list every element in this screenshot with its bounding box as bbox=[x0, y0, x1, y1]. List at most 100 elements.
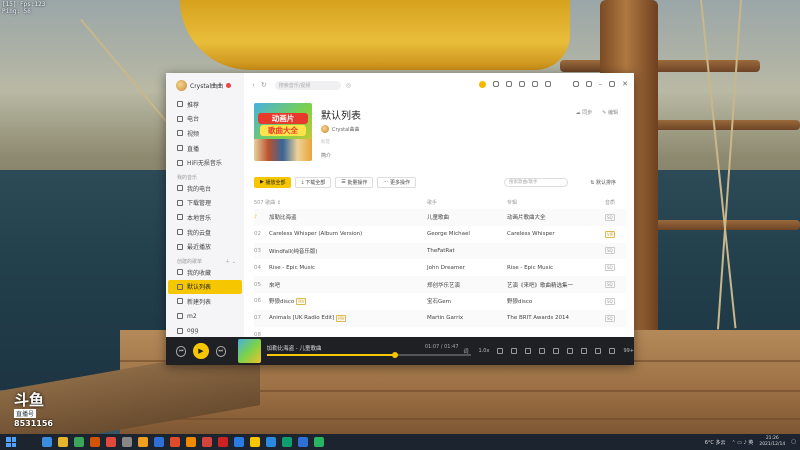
song-artist[interactable]: John Dreamer bbox=[427, 265, 507, 271]
song-title-cell[interactable]: Animals [UK Radio Edit] MV bbox=[269, 314, 427, 322]
sidebar-item[interactable]: 我的电台 bbox=[166, 181, 244, 196]
taskbar-app-icon[interactable] bbox=[298, 437, 308, 447]
song-title[interactable]: 加勒比海盗 bbox=[269, 213, 297, 221]
song-artist[interactable]: George Michael bbox=[427, 231, 507, 237]
taskbar-app-icon[interactable] bbox=[218, 437, 228, 447]
sidebar-item[interactable]: 新建列表 bbox=[166, 294, 244, 309]
headphone-icon[interactable] bbox=[492, 81, 499, 87]
song-artist[interactable]: TheFatRat bbox=[427, 248, 507, 254]
taskbar-app-icon[interactable] bbox=[138, 437, 148, 447]
sidebar-item[interactable]: 我的云盘 bbox=[166, 225, 244, 240]
taskbar-app-icon[interactable] bbox=[74, 437, 84, 447]
now-playing-title[interactable]: 加勒比海盗 - 儿童歌曲 bbox=[267, 344, 322, 352]
song-album[interactable]: Careless Whisper bbox=[507, 231, 605, 237]
progress-bar[interactable] bbox=[266, 352, 471, 358]
song-artist[interactable]: 郑创华乐艺演 bbox=[427, 281, 507, 289]
search-input[interactable]: 搜索音乐/视频 bbox=[274, 80, 341, 90]
mv-icon[interactable] bbox=[497, 348, 504, 354]
sidebar-item[interactable]: 推荐 bbox=[166, 97, 244, 112]
taskbar-app-icon[interactable] bbox=[106, 437, 116, 447]
taskbar-app-icon[interactable] bbox=[90, 437, 100, 447]
mv-badge[interactable]: MV bbox=[296, 297, 307, 305]
table-row[interactable]: 05 來吧 郑创华乐艺演 艺演《来吧》歌曲精选集一 SQ bbox=[254, 276, 626, 293]
playlist-description[interactable]: 简介 bbox=[321, 152, 331, 159]
playlist-tag[interactable]: 标签 bbox=[321, 139, 330, 145]
sync-button[interactable]: ☁ 同步 bbox=[576, 109, 593, 116]
sidebar-item[interactable]: 我的收藏 bbox=[166, 265, 244, 280]
refresh-icon[interactable]: ↻ bbox=[261, 81, 267, 89]
taskbar-app-icon[interactable] bbox=[266, 437, 276, 447]
comment-icon[interactable] bbox=[567, 348, 574, 354]
queue-count[interactable]: 99+ bbox=[623, 348, 634, 354]
table-row[interactable]: 07 Animals [UK Radio Edit] MV Martin Garrix… bbox=[254, 309, 626, 327]
sound-effect-icon[interactable] bbox=[525, 348, 532, 354]
taskbar-app-icon[interactable] bbox=[234, 437, 244, 447]
song-album[interactable]: 艺演《来吧》歌曲精选集一 bbox=[507, 281, 605, 289]
header-artist[interactable]: 歌手 bbox=[427, 199, 507, 206]
song-album[interactable]: The BRIT Awards 2014 bbox=[507, 315, 605, 321]
taskbar-app-icon[interactable] bbox=[170, 437, 180, 447]
sidebar-item[interactable]: m2 bbox=[166, 309, 244, 324]
equalizer-icon[interactable] bbox=[539, 348, 546, 354]
menu-icon[interactable] bbox=[585, 81, 592, 87]
edit-button[interactable]: ✎ 编辑 bbox=[602, 109, 618, 116]
song-title[interactable]: 來吧 bbox=[269, 281, 280, 289]
sidebar-item[interactable]: ogg bbox=[166, 323, 244, 338]
sidebar-item[interactable]: HiFi无损音乐 bbox=[166, 155, 244, 170]
song-title[interactable]: Careless Whisper (Album Version) bbox=[269, 231, 362, 237]
add-playlist-icon[interactable]: ＋ ⌄ bbox=[225, 258, 236, 265]
batch-button[interactable]: ☰ 批量操作 bbox=[335, 176, 374, 188]
table-row[interactable]: 02 Careless Whisper (Album Version) George… bbox=[254, 226, 626, 243]
song-title-cell[interactable]: Windfall(纯音乐版) bbox=[269, 247, 427, 255]
avatar[interactable] bbox=[176, 80, 187, 91]
header-title[interactable]: 507 歌曲 ↕ bbox=[254, 199, 427, 206]
close-icon[interactable]: ✕ bbox=[622, 80, 628, 88]
taskbar-app-icon[interactable] bbox=[42, 437, 52, 447]
share-icon[interactable] bbox=[581, 348, 588, 354]
taskbar-app-icon[interactable] bbox=[154, 437, 164, 447]
message-icon[interactable] bbox=[518, 81, 525, 87]
play-all-button[interactable]: ▶ 播放全部 bbox=[254, 176, 292, 188]
song-title-cell[interactable]: Careless Whisper (Album Version) bbox=[269, 231, 427, 237]
clock[interactable]: 21:26 2021/12/14 bbox=[759, 436, 785, 448]
table-row[interactable]: 06 野狼disco MV 宝石Gem 野狼disco SQ bbox=[254, 293, 626, 310]
playlist-owner[interactable]: Crystal曲曲 bbox=[321, 125, 360, 133]
play-mode-icon[interactable] bbox=[595, 348, 602, 354]
song-artist[interactable]: Martin Garrix bbox=[427, 315, 507, 321]
maximize-icon[interactable] bbox=[609, 81, 616, 87]
shirt-icon[interactable] bbox=[505, 81, 512, 87]
song-title[interactable]: Rise - Epic Music bbox=[269, 265, 315, 271]
table-row[interactable]: 04 Rise - Epic Music John Dreamer Rise - Ep… bbox=[254, 259, 626, 276]
download-all-button[interactable]: ⤓ 下载全部 bbox=[295, 176, 332, 188]
sidebar-item[interactable]: 电台 bbox=[166, 112, 244, 127]
start-button[interactable] bbox=[6, 437, 16, 447]
sidebar-item[interactable]: 视频 bbox=[166, 126, 244, 141]
coin-icon[interactable] bbox=[478, 80, 486, 88]
song-title[interactable]: 野狼disco bbox=[269, 297, 294, 305]
notification-icon[interactable]: ▢ bbox=[791, 439, 796, 445]
play-pause-button[interactable]: ▶ bbox=[193, 343, 209, 359]
tray-icons[interactable]: ⌃ ▭ ♪ 英 bbox=[731, 439, 753, 446]
taskbar-app-icon[interactable] bbox=[186, 437, 196, 447]
song-title-cell[interactable]: 野狼disco MV bbox=[269, 297, 427, 305]
sidebar-item[interactable]: 下载管理 bbox=[166, 196, 244, 211]
next-button[interactable]: ⏭ bbox=[215, 345, 226, 357]
song-artist[interactable]: 宝石Gem bbox=[427, 297, 507, 305]
lyrics-icon[interactable] bbox=[553, 348, 560, 354]
list-search-input[interactable]: 搜索歌曲/歌手 bbox=[504, 177, 568, 187]
mv-badge[interactable]: MV bbox=[336, 314, 347, 322]
song-album[interactable]: Rise - Epic Music bbox=[507, 265, 605, 271]
volume-icon[interactable] bbox=[609, 348, 616, 354]
song-title[interactable]: Windfall(纯音乐版) bbox=[269, 247, 317, 255]
header-album[interactable]: 专辑 bbox=[507, 199, 605, 206]
owner-name[interactable]: Crystal曲曲 bbox=[332, 126, 360, 133]
song-title[interactable]: Animals [UK Radio Edit] bbox=[269, 315, 334, 321]
sidebar-item[interactable]: 默认列表 bbox=[168, 279, 242, 295]
progress-handle[interactable] bbox=[392, 352, 399, 358]
speed-button[interactable]: 1.0x bbox=[479, 348, 490, 354]
taskbar-app-icon[interactable] bbox=[250, 437, 260, 447]
now-playing-cover[interactable] bbox=[237, 339, 261, 363]
voice-search-icon[interactable]: ◎ bbox=[346, 82, 351, 89]
previous-button[interactable]: ⏮ bbox=[176, 345, 187, 357]
minimize-icon[interactable]: – bbox=[599, 80, 603, 88]
